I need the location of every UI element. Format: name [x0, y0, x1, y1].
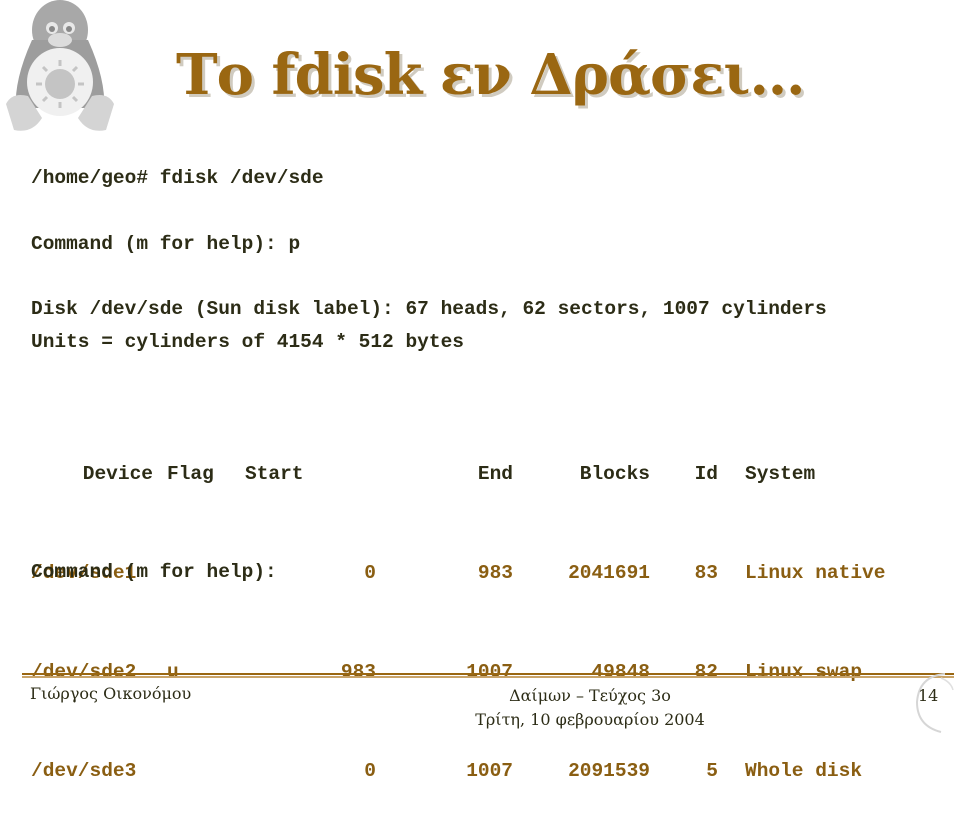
tux-penguin-icon [6, 0, 114, 131]
cell-blocks: 2041691 [568, 562, 650, 584]
footer-author: Γιώργος Οικονόμου [30, 684, 192, 703]
cell-system: Whole disk [745, 760, 863, 782]
partition-table-header: Device Flag Start End Blocks Id System [31, 458, 885, 491]
cell-end: 983 [477, 562, 513, 584]
cell-system: Linux native [745, 562, 886, 584]
header-id: Id [694, 463, 718, 485]
header-flag: Flag [167, 463, 214, 485]
page-number: 14 [918, 686, 939, 705]
header-device: Device [82, 463, 153, 485]
footer-issue: Δαίμων – Τεύχος 3ο [509, 686, 671, 705]
cell-id: 5 [706, 760, 718, 782]
cell-id: 83 [694, 562, 718, 584]
header-blocks: Blocks [579, 463, 650, 485]
disk-info-line: Disk /dev/sde (Sun disk label): 67 heads… [31, 298, 827, 320]
cell-end: 1007 [466, 760, 513, 782]
partition-row: /dev/sde3 0 1007 2091539 5 Whole disk [31, 755, 885, 788]
final-prompt-line: Command (m for help): [31, 561, 277, 583]
slide-title: Το fdisk εν Δράσει… [176, 42, 805, 108]
footer-divider [22, 673, 954, 678]
footer-center: Δαίμων – Τεύχος 3ο Τρίτη, 10 φεβρουαρίου… [400, 684, 780, 732]
cell-blocks: 2091539 [568, 760, 650, 782]
header-system: System [745, 463, 816, 485]
cell-start: 0 [364, 760, 376, 782]
footer-date: Τρίτη, 10 φεβρουαρίου 2004 [475, 710, 705, 729]
header-end: End [477, 463, 513, 485]
header-start: Start [245, 463, 304, 485]
units-line: Units = cylinders of 4154 * 512 bytes [31, 331, 464, 353]
partition-table: Device Flag Start End Blocks Id System /dev/sd… [31, 392, 885, 821]
terminal-command-line: Command (m for help): p [31, 233, 301, 255]
terminal-prompt-line: /home/geo# fdisk /dev/sde [31, 167, 324, 189]
cell-device: /dev/sde3 [31, 760, 137, 782]
